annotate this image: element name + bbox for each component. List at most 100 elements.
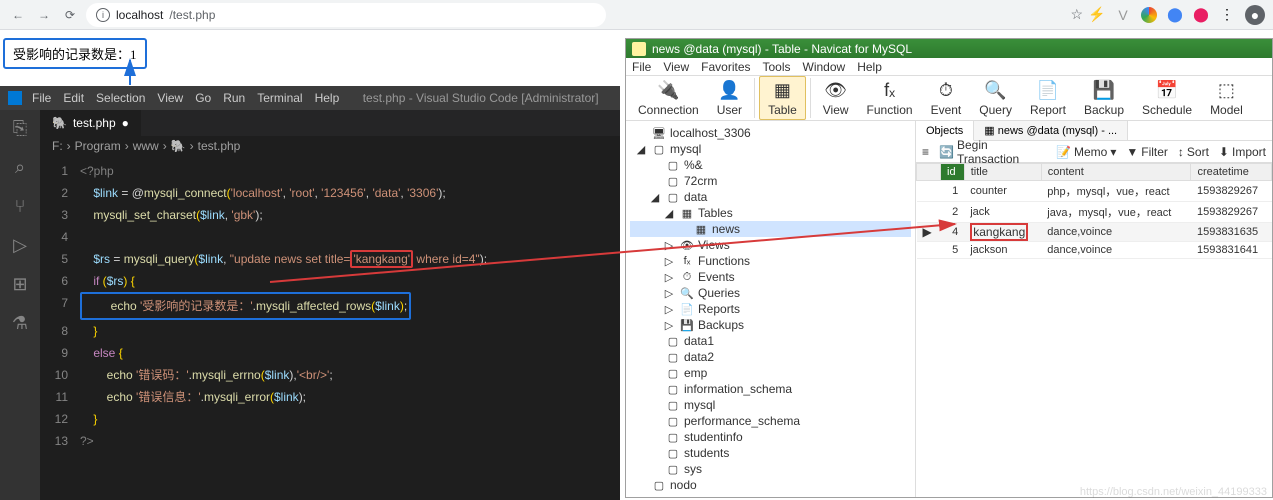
code-editor[interactable]: 1<?php2 $link = @mysqli_connect('localho… — [40, 156, 620, 456]
column-header[interactable]: createtime — [1191, 164, 1272, 181]
toolbar-model-button[interactable]: ⬚Model — [1202, 77, 1251, 119]
ext-icon[interactable]: ⬤ — [1167, 7, 1183, 23]
data-table[interactable]: idtitlecontentcreatetime1counterphp，mysq… — [916, 163, 1272, 497]
tree-item[interactable]: ▢students — [630, 445, 911, 461]
modified-dot-icon: ● — [122, 116, 129, 130]
menu-item[interactable]: Run — [223, 91, 245, 105]
table-row[interactable]: 2jackjava，mysql，vue，react1593829267 — [917, 202, 1272, 223]
tree-item[interactable]: ▢72crm — [630, 173, 911, 189]
debug-icon[interactable]: ▷ — [13, 235, 27, 256]
column-header[interactable]: title — [964, 164, 1041, 181]
forward-icon[interactable]: → — [34, 5, 54, 25]
tree-item[interactable]: ▢data1 — [630, 333, 911, 349]
memo-button[interactable]: 📝 Memo ▾ — [1056, 145, 1116, 159]
tree-item[interactable]: ▷💾Backups — [630, 317, 911, 333]
url-path: /test.php — [169, 8, 215, 22]
table-row[interactable]: ▶4kangkangdance,voince1593831635 — [917, 223, 1272, 242]
tree-item[interactable]: ▢performance_schema — [630, 413, 911, 429]
breadcrumb[interactable]: F: › Program › www › 🐘 › test.php — [40, 136, 620, 156]
code-line: 2 $link = @mysqli_connect('localhost', '… — [40, 182, 620, 204]
tree-item[interactable]: ▢sys — [630, 461, 911, 477]
tree-item[interactable]: ◢▢data — [630, 189, 911, 205]
menu-item[interactable]: Help — [857, 60, 882, 74]
tree-item[interactable]: ▦news — [630, 221, 911, 237]
source-icon[interactable]: ⑂ — [15, 196, 26, 217]
table-row[interactable]: 5jacksondance,voince1593831641 — [917, 242, 1272, 259]
menu-item[interactable]: Favorites — [701, 60, 750, 74]
hamburger-icon[interactable]: ≡ — [922, 145, 929, 159]
editor-tab[interactable]: 🐘 test.php ● — [40, 110, 141, 136]
tree-item[interactable]: ▷👁Views — [630, 237, 911, 253]
filter-button[interactable]: ▼ Filter — [1126, 145, 1168, 159]
menu-item[interactable]: Window — [803, 60, 846, 74]
bookmark-icon[interactable]: ☆ — [1070, 6, 1083, 23]
avatar-icon[interactable]: ● — [1245, 5, 1265, 25]
connection-tree[interactable]: 🖥localhost_3306◢▢mysql▢%&▢72crm◢▢data◢▦T… — [626, 121, 916, 497]
table-row[interactable]: 1counterphp，mysql，vue，react1593829267 — [917, 181, 1272, 202]
vscode-menu: File Edit Selection View Go Run Terminal Help — [32, 91, 339, 105]
menu-item[interactable]: File — [32, 91, 51, 105]
toolbar-query-button[interactable]: 🔍Query — [971, 77, 1020, 119]
tree-item[interactable]: ▷⏱Events — [630, 269, 911, 285]
site-info-icon[interactable]: i — [96, 8, 110, 22]
explorer-icon[interactable]: ⎘ — [13, 118, 27, 139]
menu-item[interactable]: Go — [195, 91, 211, 105]
menu-item[interactable]: View — [663, 60, 689, 74]
vscode-icon — [8, 91, 22, 105]
back-icon[interactable]: ← — [8, 5, 28, 25]
tree-item[interactable]: 🖥localhost_3306 — [630, 125, 911, 141]
search-icon[interactable]: ⌕ — [15, 157, 25, 178]
menu-item[interactable]: Edit — [63, 91, 84, 105]
menu-item[interactable]: Terminal — [257, 91, 302, 105]
tree-item[interactable]: ▷📄Reports — [630, 301, 911, 317]
navicat-toolbar: 🔌Connection👤User▦Table👁ViewfₓFunction⏱Ev… — [626, 76, 1272, 121]
tree-item[interactable]: ▢studentinfo — [630, 429, 911, 445]
toolbar-report-button[interactable]: 📄Report — [1022, 77, 1074, 119]
navicat-icon — [632, 42, 646, 56]
tree-item[interactable]: ▢emp — [630, 365, 911, 381]
menu-item[interactable]: Help — [315, 91, 340, 105]
tree-item[interactable]: ◢▢mysql — [630, 141, 911, 157]
page-output-text: 受影响的记录数是：1 — [3, 38, 147, 69]
menu-item[interactable]: Tools — [763, 60, 791, 74]
vscode-window: File Edit Selection View Go Run Terminal Help t… — [0, 86, 620, 500]
tree-item[interactable]: ▢mysql — [630, 397, 911, 413]
menu-item[interactable]: File — [632, 60, 651, 74]
ext-icon[interactable] — [1141, 7, 1157, 23]
ext-icon[interactable]: V — [1115, 7, 1131, 23]
column-header[interactable]: id — [941, 164, 965, 181]
ext-icon[interactable]: ⋮ — [1219, 7, 1235, 23]
tree-item[interactable]: ▷🔍Queries — [630, 285, 911, 301]
toolbar-table-button[interactable]: ▦Table — [759, 76, 806, 120]
tab-label: test.php — [73, 116, 116, 130]
toolbar-user-button[interactable]: 👤User — [709, 77, 750, 119]
tree-item[interactable]: ▢nodo — [630, 477, 911, 493]
begin-transaction-button[interactable]: 🔄 Begin Transaction — [939, 138, 1046, 166]
ext-icon[interactable]: ⚡ — [1089, 7, 1105, 23]
reload-icon[interactable]: ⟳ — [60, 5, 80, 25]
tree-item[interactable]: ▢information_schema — [630, 381, 911, 397]
ext-icon[interactable]: ⬤ — [1193, 7, 1209, 23]
toolbar-function-button[interactable]: fₓFunction — [859, 77, 921, 119]
toolbar-schedule-button[interactable]: 📅Schedule — [1134, 77, 1200, 119]
tree-item[interactable]: ◢▦Tables — [630, 205, 911, 221]
code-line: 9 else { — [40, 342, 620, 364]
tree-item[interactable]: ▢data2 — [630, 349, 911, 365]
toolbar-view-button[interactable]: 👁View — [815, 77, 857, 119]
menu-item[interactable]: View — [157, 91, 183, 105]
navicat-title: news @data (mysql) - Table - Navicat for… — [652, 42, 912, 56]
menu-item[interactable]: Selection — [96, 91, 145, 105]
tree-item[interactable]: ▷fₓFunctions — [630, 253, 911, 269]
import-button[interactable]: ⬇ Import — [1219, 145, 1266, 159]
extensions-icon[interactable]: ⊞ — [12, 274, 27, 295]
php-icon: 🐘 — [52, 116, 67, 130]
sort-button[interactable]: ↕ Sort — [1178, 145, 1209, 159]
tree-item[interactable]: ▢%& — [630, 157, 911, 173]
flask-icon[interactable]: ⚗ — [12, 313, 28, 334]
toolbar-connection-button[interactable]: 🔌Connection — [630, 77, 707, 119]
toolbar-event-button[interactable]: ⏱Event — [923, 77, 970, 119]
column-header[interactable]: content — [1041, 164, 1191, 181]
toolbar-backup-button[interactable]: 💾Backup — [1076, 77, 1132, 119]
code-line: 8 } — [40, 320, 620, 342]
address-bar[interactable]: i localhost/test.php — [86, 3, 606, 27]
